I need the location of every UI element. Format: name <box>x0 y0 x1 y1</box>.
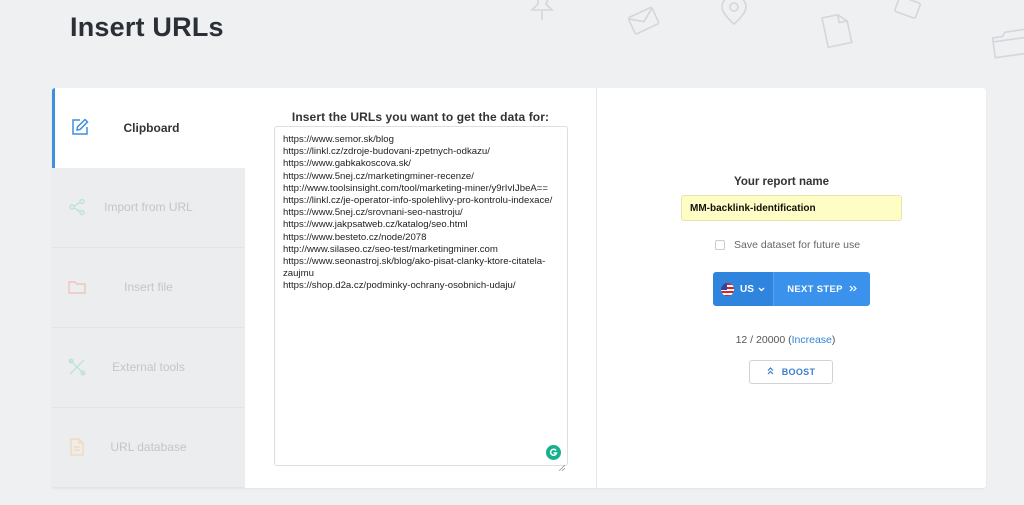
report-name-label: Your report name <box>734 176 829 188</box>
country-select[interactable]: US <box>713 272 774 306</box>
save-dataset-label: Save dataset for future use <box>734 239 861 251</box>
location-icon <box>721 0 747 26</box>
next-step-button[interactable]: NEXT STEP <box>774 272 870 306</box>
double-chevron-up-icon <box>767 367 774 377</box>
chevron-down-icon <box>758 284 765 295</box>
next-step-group: US NEXT STEP <box>713 272 870 306</box>
document-icon <box>821 13 853 49</box>
folder-icon <box>991 28 1024 59</box>
url-input-panel: Insert the URLs you want to get the data… <box>245 88 596 488</box>
tab-import-from-url[interactable]: Import from URL <box>52 168 245 248</box>
tab-label: URL database <box>110 440 187 454</box>
save-dataset-row[interactable]: Save dataset for future use <box>715 239 860 251</box>
country-code: US <box>740 283 754 295</box>
boost-button[interactable]: BOOST <box>749 360 833 384</box>
url-counter-value: 12 / 20000 ( <box>735 334 792 346</box>
us-flag-icon <box>721 282 735 296</box>
tab-label: External tools <box>112 360 185 374</box>
increase-link[interactable]: Increase <box>792 334 832 346</box>
tab-insert-file[interactable]: Insert file <box>52 248 245 328</box>
url-textarea[interactable]: https://www.semor.sk/blog https://linkl.… <box>274 126 568 466</box>
envelope-icon <box>627 6 660 35</box>
url-counter: 12 / 20000 (Increase) <box>597 334 986 346</box>
report-name-input[interactable] <box>681 195 902 221</box>
page-title: Insert URLs <box>70 12 224 42</box>
tab-label: Clipboard <box>123 121 180 135</box>
url-counter-end: ) <box>831 334 836 346</box>
save-dataset-checkbox[interactable] <box>715 240 725 250</box>
tab-url-database[interactable]: URL database <box>52 408 245 488</box>
source-tabs: Clipboard Import from URL Insert file Ex… <box>52 88 245 488</box>
tab-label: Import from URL <box>104 200 193 214</box>
next-step-label: NEXT STEP <box>787 283 843 295</box>
tab-label: Insert file <box>124 280 173 294</box>
report-panel: Your report name Save dataset for future… <box>597 88 986 488</box>
boost-label: BOOST <box>781 367 816 377</box>
url-input-heading: Insert the URLs you want to get the data… <box>291 110 550 124</box>
note-icon <box>894 0 921 19</box>
tab-external-tools[interactable]: External tools <box>52 328 245 408</box>
resize-handle-icon[interactable] <box>558 458 566 472</box>
double-chevron-right-icon <box>849 284 857 295</box>
pin-icon <box>530 0 554 20</box>
tab-clipboard[interactable]: Clipboard <box>52 88 245 168</box>
insert-urls-card: Clipboard Import from URL Insert file Ex… <box>52 88 986 488</box>
